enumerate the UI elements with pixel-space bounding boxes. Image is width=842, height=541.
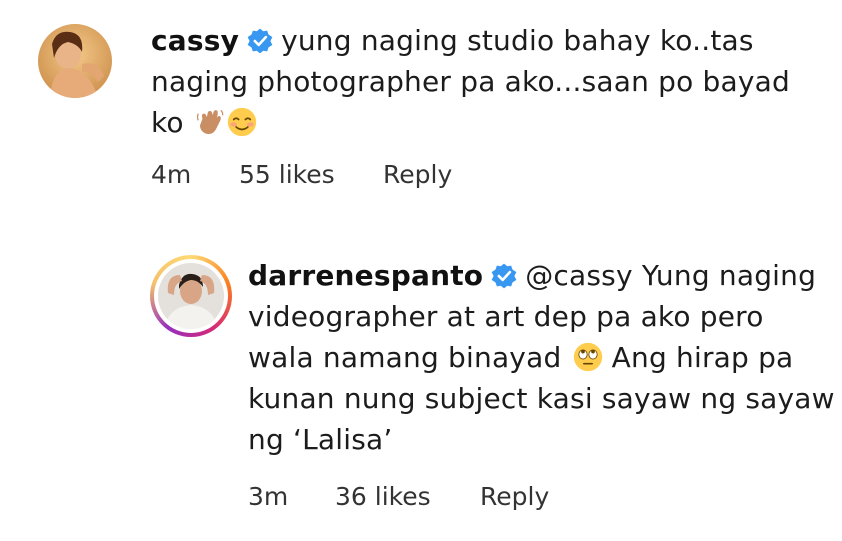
verified-badge-icon — [247, 28, 273, 54]
reply-button[interactable]: Reply — [480, 482, 549, 511]
avatar[interactable] — [150, 255, 232, 337]
waving-hand-icon — [196, 109, 224, 135]
likes-count[interactable]: 36 likes — [335, 482, 431, 511]
verified-badge-icon — [491, 263, 517, 289]
timestamp: 4m — [151, 160, 192, 189]
avatar[interactable] — [38, 24, 112, 98]
smiling-face-icon — [227, 107, 257, 137]
username[interactable]: darrenespanto — [248, 259, 483, 292]
username[interactable]: cassy — [151, 24, 239, 57]
timestamp: 3m — [248, 482, 289, 511]
comment-body: cassy yung naging studio bahay ko..tas na… — [151, 20, 811, 143]
rolling-eyes-face-icon — [573, 342, 602, 372]
comment-body: darrenespanto @cassy Yung naging videogra… — [248, 255, 838, 460]
reply-button[interactable]: Reply — [383, 160, 452, 189]
likes-count[interactable]: 55 likes — [239, 160, 335, 189]
